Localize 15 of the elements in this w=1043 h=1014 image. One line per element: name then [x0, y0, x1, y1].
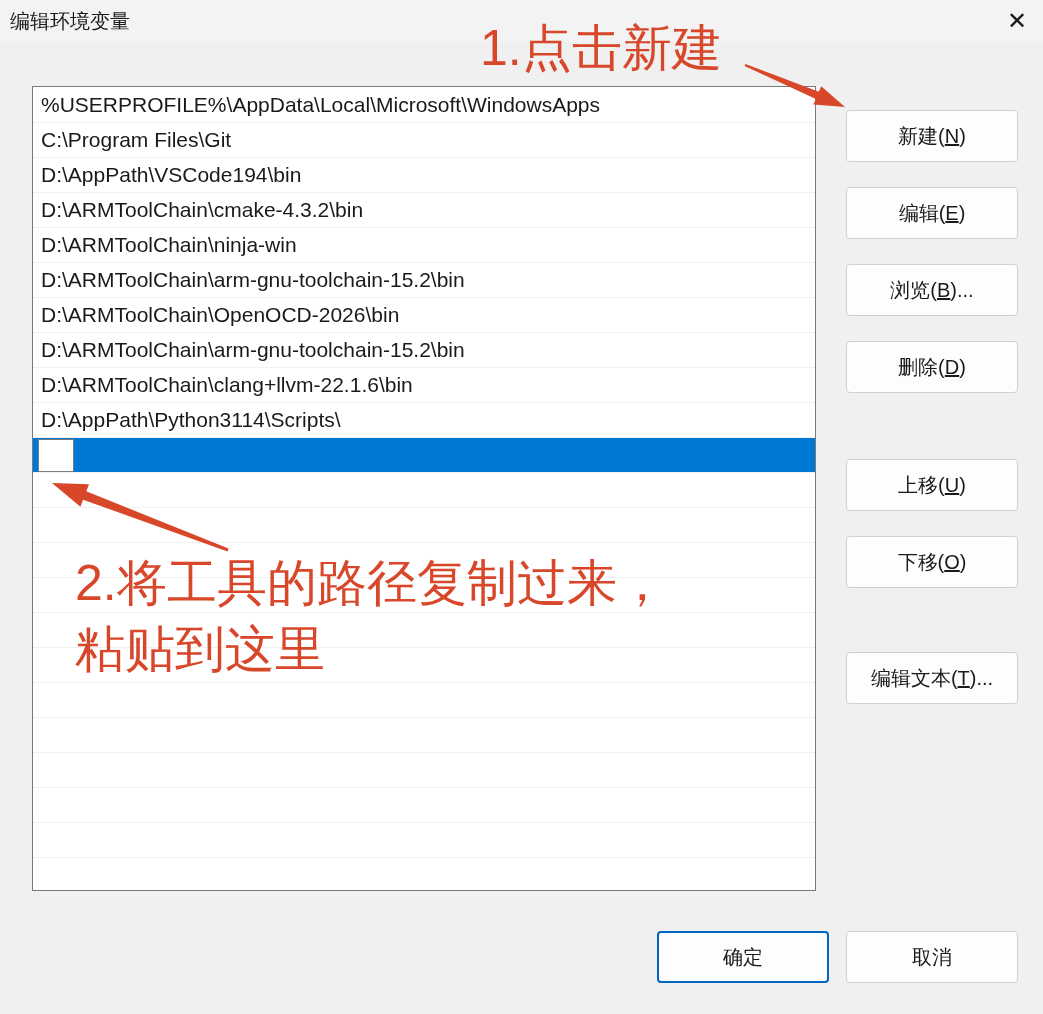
close-button[interactable]: ✕ — [1007, 9, 1027, 33]
side-button[interactable]: 浏览(B)... — [846, 264, 1018, 316]
dialog-button[interactable]: 确定 — [657, 931, 829, 983]
dialog-button[interactable]: 取消 — [846, 931, 1018, 983]
side-button[interactable]: 上移(U) — [846, 459, 1018, 511]
side-button[interactable]: 编辑(E) — [846, 187, 1018, 239]
side-button[interactable]: 编辑文本(T)... — [846, 652, 1018, 704]
annotation-text: 2.将工具的路径复制过来， 粘贴到这里 — [75, 554, 667, 679]
side-button[interactable]: 下移(O) — [846, 536, 1018, 588]
window-title: 编辑环境变量 — [10, 9, 130, 34]
side-button[interactable]: 删除(D) — [846, 341, 1018, 393]
side-button[interactable]: 新建(N) — [846, 110, 1018, 162]
path-input-field[interactable] — [38, 438, 74, 472]
annotation-text: 1.点击新建 — [480, 19, 722, 78]
list-row[interactable] — [33, 438, 815, 473]
